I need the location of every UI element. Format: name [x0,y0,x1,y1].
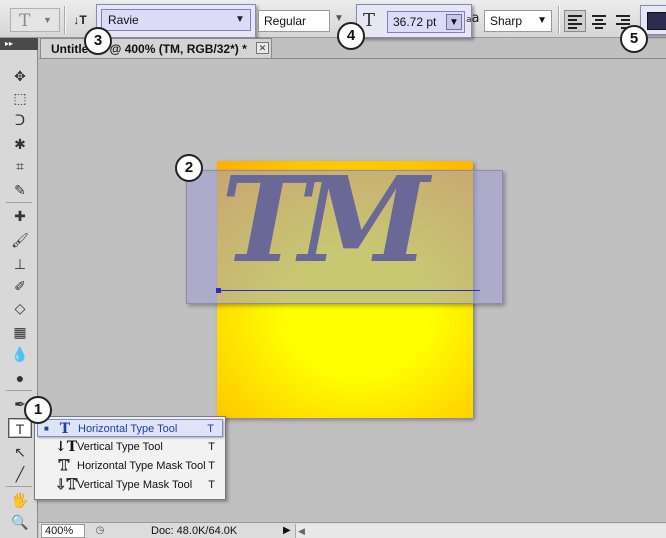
crop-tool-icon[interactable]: ⌗ [8,156,32,176]
anti-alias-value: Sharp [490,14,523,28]
eraser-tool-icon[interactable]: ◇ [8,298,32,318]
close-icon[interactable]: ✕ [256,42,269,54]
flyout-item-label: Vertical Type Mask Tool [77,479,193,491]
scroll-left-icon[interactable]: ◀ [298,524,305,538]
font-style-value: Regular [258,10,330,32]
history-brush-tool-icon[interactable]: ✐ [8,276,32,296]
flyout-item-shortcut: T [208,460,215,472]
divider [64,6,65,34]
horizontal-scrollbar[interactable]: ◀ [295,524,666,538]
text-insertion-point [216,288,221,293]
flyout-item-label: Horizontal Type Mask Tool [77,460,206,472]
lasso-tool-icon[interactable]: ᑐ [8,110,32,130]
flyout-item-shortcut: T [208,441,215,453]
callout-1: 1 [24,396,52,424]
toolbox-grip[interactable]: ▸▸ [0,38,38,50]
blur-tool-icon[interactable]: 💧 [8,344,32,364]
flyout-item-shortcut: T [208,479,215,491]
font-size-value: 36.72 pt [393,15,437,29]
callout-5: 5 [620,25,648,53]
flyout-item-label: Horizontal Type Tool [78,423,178,435]
dodge-tool-icon[interactable]: ● [8,368,32,388]
clone-stamp-tool-icon[interactable]: ⊥ [8,254,32,274]
font-size-icon: T [363,10,376,31]
font-size-select[interactable]: 36.72 pt ▼ [387,11,465,33]
flyout-item-shortcut: T [207,423,214,435]
horizontal-type-mask-icon: T [58,458,70,475]
align-left-button[interactable] [564,10,586,32]
move-tool-icon[interactable]: ✥ [8,66,32,86]
chevron-down-icon[interactable]: ▼ [334,13,344,24]
zoom-tool-icon[interactable]: 🔍 [8,512,32,532]
type-tool-flyout: ■ T Horizontal Type Tool T ↓T Vertical T… [34,416,226,500]
flyout-item-horizontal-type-mask[interactable]: T Horizontal Type Mask Tool T [37,457,223,475]
document-size-info: Doc: 48.0K/64.0K [151,525,238,537]
type-tool-icon: T [19,11,31,31]
flyout-item-vertical-type-mask[interactable]: ↓T Vertical Type Mask Tool T [37,476,223,494]
line-tool-icon[interactable]: ╱ [8,464,32,484]
horizontal-type-icon: T [59,421,71,437]
document-tab[interactable]: Untitled-1 @ 400% (TM, RGB/32*) * [40,38,272,58]
toolbox: ▸▸ ✥ ⬚ ᑐ ✱ ⌗ ✎ ✚ 🖌 ⊥ ✐ ◇ ▦ 💧 ● ✒ T ↖ ╱ 🖐… [0,38,38,538]
anti-alias-icon: aa [466,11,480,26]
font-family-value: Ravie [108,13,139,27]
anti-alias-select[interactable]: Sharp ▼ [484,10,552,32]
clock-icon[interactable]: ◷ [93,524,107,538]
brush-tool-icon[interactable]: 🖌 [8,230,32,250]
vertical-type-mask-icon: ↓T [55,477,78,494]
hand-tool-icon[interactable]: 🖐 [8,490,32,510]
callout-4: 4 [337,22,365,50]
align-center-button[interactable] [588,10,610,32]
callout-3: 3 [84,27,112,55]
healing-brush-tool-icon[interactable]: ✚ [8,206,32,226]
status-bar: 400% ◷ Doc: 48.0K/64.0K ▶ ◀ [39,522,666,538]
flyout-item-vertical-type[interactable]: ↓T Vertical Type Tool T [37,438,223,456]
text-orientation-toggle[interactable]: ↓T [70,10,90,30]
status-menu-arrow-icon[interactable]: ▶ [283,524,291,538]
chevron-down-icon[interactable]: ▼ [446,14,462,30]
marquee-tool-icon[interactable]: ⬚ [8,88,32,108]
color-swatch-fill [647,12,666,30]
tool-preset-picker[interactable]: T ▼ [10,8,60,32]
flyout-item-horizontal-type[interactable]: ■ T Horizontal Type Tool T [37,419,223,437]
vertical-type-icon: ↓T [55,439,78,455]
chevron-down-icon[interactable]: ▼ [232,12,248,28]
quick-selection-tool-icon[interactable]: ✱ [8,134,32,154]
selected-bullet-icon: ■ [44,424,49,433]
chevron-down-icon: ▼ [43,15,52,25]
font-family-select[interactable]: Ravie ▼ [101,9,251,31]
flyout-item-label: Vertical Type Tool [77,441,163,453]
divider [558,6,559,34]
font-family-highlight: Ravie ▼ [96,4,256,38]
chevron-down-icon: ▼ [537,15,547,26]
gradient-tool-icon[interactable]: ▦ [8,322,32,342]
callout-2: 2 [175,154,203,182]
text-baseline [218,290,480,291]
zoom-level-field[interactable]: 400% [41,524,85,538]
path-selection-tool-icon[interactable]: ↖ [8,442,32,462]
eyedropper-tool-icon[interactable]: ✎ [8,180,32,200]
font-size-highlight: T 36.72 pt ▼ [356,4,472,38]
text-bounding-box[interactable] [186,170,503,304]
